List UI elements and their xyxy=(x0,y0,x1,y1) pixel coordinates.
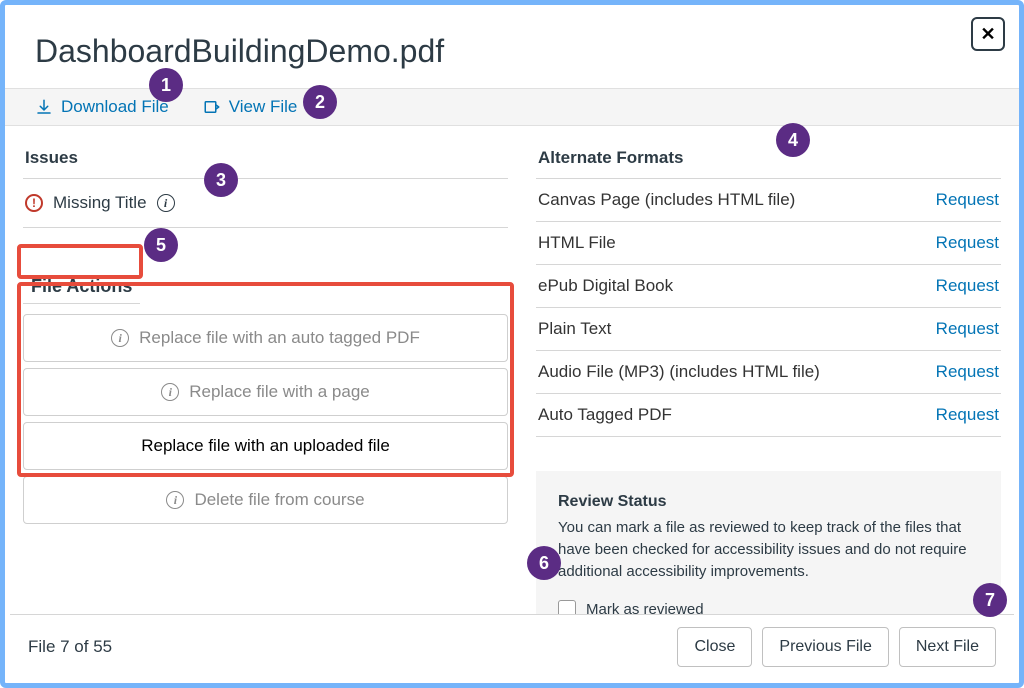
callout-badge-5: 5 xyxy=(144,228,178,262)
delete-file-button[interactable]: i Delete file from course xyxy=(23,476,508,524)
alt-format-row: Plain Text Request xyxy=(536,308,1001,351)
replace-with-page-button[interactable]: i Replace file with a page xyxy=(23,368,508,416)
replace-auto-tagged-button[interactable]: i Replace file with an auto tagged PDF xyxy=(23,314,508,362)
action-label: Delete file from course xyxy=(194,490,364,510)
alt-format-row: HTML File Request xyxy=(536,222,1001,265)
close-modal-button[interactable]: ✕ xyxy=(971,17,1005,51)
request-link[interactable]: Request xyxy=(936,319,999,339)
info-icon[interactable]: i xyxy=(157,194,175,212)
info-icon: i xyxy=(161,383,179,401)
download-icon xyxy=(35,98,53,116)
info-icon: i xyxy=(111,329,129,347)
action-label: Replace file with a page xyxy=(189,382,370,402)
info-icon: i xyxy=(166,491,184,509)
view-file-icon xyxy=(203,98,221,116)
download-file-link[interactable]: Download File xyxy=(35,97,169,117)
alt-format-label: HTML File xyxy=(538,233,616,253)
alternate-formats-heading: Alternate Formats xyxy=(536,144,1001,179)
file-actions-panel: i Replace file with an auto tagged PDF i… xyxy=(23,314,508,524)
close-icon: ✕ xyxy=(980,24,995,45)
alt-format-row: ePub Digital Book Request xyxy=(536,265,1001,308)
alt-format-label: Canvas Page (includes HTML file) xyxy=(538,190,795,210)
alert-icon: ! xyxy=(25,194,43,212)
alt-format-label: Auto Tagged PDF xyxy=(538,405,672,425)
view-file-label: View File xyxy=(229,97,298,117)
next-file-button[interactable]: Next File xyxy=(899,627,996,667)
request-link[interactable]: Request xyxy=(936,190,999,210)
previous-file-button[interactable]: Previous File xyxy=(762,627,888,667)
replace-with-upload-button[interactable]: Replace file with an uploaded file xyxy=(23,422,508,470)
alt-format-label: Audio File (MP3) (includes HTML file) xyxy=(538,362,820,382)
request-link[interactable]: Request xyxy=(936,233,999,253)
callout-badge-7: 7 xyxy=(973,583,1007,617)
issue-label: Missing Title xyxy=(53,193,147,213)
request-link[interactable]: Request xyxy=(936,362,999,382)
issues-heading: Issues xyxy=(23,144,508,179)
file-count-label: File 7 of 55 xyxy=(28,637,112,657)
modal-footer: File 7 of 55 Close Previous File Next Fi… xyxy=(10,614,1014,678)
download-file-label: Download File xyxy=(61,97,169,117)
alt-format-row: Auto Tagged PDF Request xyxy=(536,394,1001,437)
alt-format-row: Canvas Page (includes HTML file) Request xyxy=(536,179,1001,222)
file-actions-heading: File Actions xyxy=(23,270,140,304)
callout-badge-1: 1 xyxy=(149,68,183,102)
callout-badge-6: 6 xyxy=(527,546,561,580)
action-label: Replace file with an uploaded file xyxy=(141,436,390,456)
request-link[interactable]: Request xyxy=(936,405,999,425)
callout-badge-2: 2 xyxy=(303,85,337,119)
close-button[interactable]: Close xyxy=(677,627,752,667)
callout-badge-4: 4 xyxy=(776,123,810,157)
view-file-link[interactable]: View File xyxy=(203,97,298,117)
alt-format-label: Plain Text xyxy=(538,319,611,339)
review-status-heading: Review Status xyxy=(558,493,979,511)
alt-format-label: ePub Digital Book xyxy=(538,276,673,296)
callout-badge-3: 3 xyxy=(204,163,238,197)
alt-format-row: Audio File (MP3) (includes HTML file) Re… xyxy=(536,351,1001,394)
action-label: Replace file with an auto tagged PDF xyxy=(139,328,420,348)
review-status-text: You can mark a file as reviewed to keep … xyxy=(558,517,979,582)
request-link[interactable]: Request xyxy=(936,276,999,296)
issue-row[interactable]: ! Missing Title i xyxy=(23,179,508,228)
